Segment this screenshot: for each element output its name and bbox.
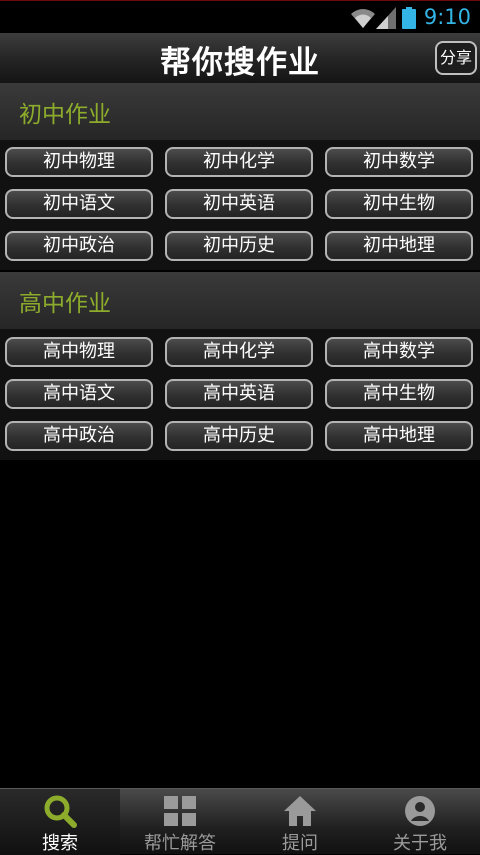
subject-button[interactable]: 初中生物 [325, 189, 473, 219]
tab-label: 搜索 [42, 833, 78, 854]
share-button[interactable]: 分享 [435, 41, 477, 75]
home-icon [284, 796, 316, 826]
tab-help-answer[interactable]: 帮忙解答 [120, 789, 240, 855]
bottom-tab-bar: 搜索 帮忙解答 提问 关于我 [0, 788, 480, 855]
grid-icon [164, 796, 196, 826]
subject-button[interactable]: 高中政治 [5, 421, 153, 451]
signal-icon [376, 7, 396, 29]
subject-button[interactable]: 高中历史 [165, 421, 313, 451]
tab-label: 提问 [282, 833, 318, 854]
tab-label: 关于我 [393, 833, 447, 854]
search-icon [44, 795, 77, 828]
title-bar: 帮你搜作业 分享 [0, 33, 480, 84]
subject-button[interactable]: 高中语文 [5, 379, 153, 409]
battery-icon [402, 7, 416, 29]
section-header-junior: 初中作业 [0, 83, 480, 140]
subject-button[interactable]: 高中地理 [325, 421, 473, 451]
subject-button[interactable]: 初中政治 [5, 231, 153, 261]
section-title-senior: 高中作业 [19, 291, 111, 317]
tab-about-me[interactable]: 关于我 [360, 789, 480, 855]
subject-button[interactable]: 初中英语 [165, 189, 313, 219]
user-icon [405, 796, 435, 826]
section-header-senior: 高中作业 [0, 272, 480, 329]
subject-button[interactable]: 初中数学 [325, 147, 473, 177]
subject-button[interactable]: 高中数学 [325, 337, 473, 367]
tab-label: 帮忙解答 [144, 833, 216, 854]
subject-button[interactable]: 初中化学 [165, 147, 313, 177]
tab-ask[interactable]: 提问 [240, 789, 360, 855]
section-body-senior: 高中物理 高中化学 高中数学 高中语文 高中英语 高中生物 高中政治 高中历史 … [0, 329, 480, 460]
subject-button[interactable]: 高中化学 [165, 337, 313, 367]
page-title: 帮你搜作业 [160, 45, 320, 81]
subject-button[interactable]: 初中历史 [165, 231, 313, 261]
subject-button[interactable]: 高中物理 [5, 337, 153, 367]
status-bar: 9:10 [0, 0, 480, 33]
subject-button[interactable]: 初中语文 [5, 189, 153, 219]
subject-button[interactable]: 初中地理 [325, 231, 473, 261]
tab-search[interactable]: 搜索 [0, 789, 120, 855]
subject-button[interactable]: 初中物理 [5, 147, 153, 177]
section-title-junior: 初中作业 [19, 102, 111, 128]
subject-button[interactable]: 高中英语 [165, 379, 313, 409]
status-clock: 9:10 [423, 5, 471, 29]
subject-button[interactable]: 高中生物 [325, 379, 473, 409]
wifi-icon [351, 9, 375, 28]
section-body-junior: 初中物理 初中化学 初中数学 初中语文 初中英语 初中生物 初中政治 初中历史 … [0, 140, 480, 270]
